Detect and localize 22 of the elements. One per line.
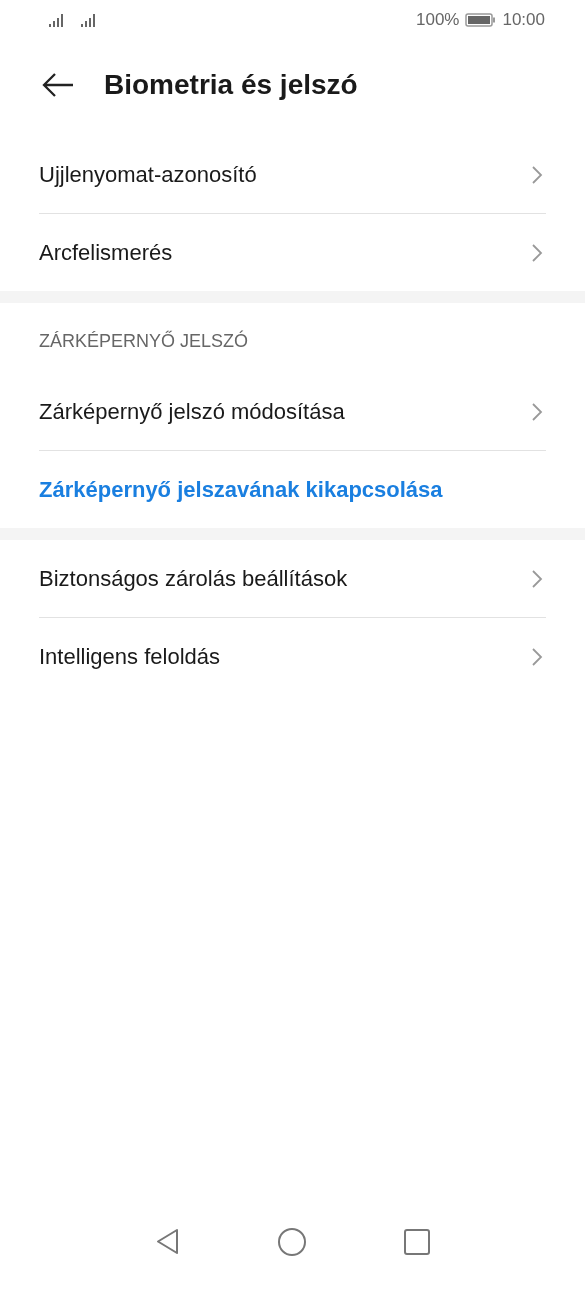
settings-item[interactable]: Arcfelismerés (39, 214, 546, 291)
settings-item[interactable]: Biztonságos zárolás beállítások (39, 540, 546, 617)
chevron-icon (531, 401, 543, 422)
chevron-icon (531, 164, 543, 185)
recents-icon[interactable] (402, 1228, 431, 1256)
back-arrow-icon[interactable] (42, 72, 74, 98)
settings-item[interactable]: Intelligens feloldás (39, 618, 546, 695)
chevron-icon (531, 568, 543, 589)
signal-icon (48, 12, 66, 28)
battery-percent: 100% (415, 10, 460, 30)
chevron-icon (531, 242, 543, 263)
screen-title: Biometria és jelszó (104, 69, 358, 101)
settings-item[interactable]: Zárképernyő jelszó módosítása (39, 373, 546, 450)
signal-icon (80, 12, 98, 28)
clock: 10:00 (502, 10, 545, 30)
battery-icon (465, 13, 497, 27)
action-link[interactable]: Zárképernyő jelszavának kikapcsolása (39, 451, 546, 528)
chevron-icon (531, 646, 543, 667)
back-icon[interactable] (154, 1227, 181, 1257)
settings-item[interactable]: Ujjlenyomat-azonosító (39, 136, 546, 213)
section-heading: ZÁRKÉPERNYŐ JELSZÓ (38, 329, 250, 353)
home-icon[interactable] (276, 1227, 307, 1257)
